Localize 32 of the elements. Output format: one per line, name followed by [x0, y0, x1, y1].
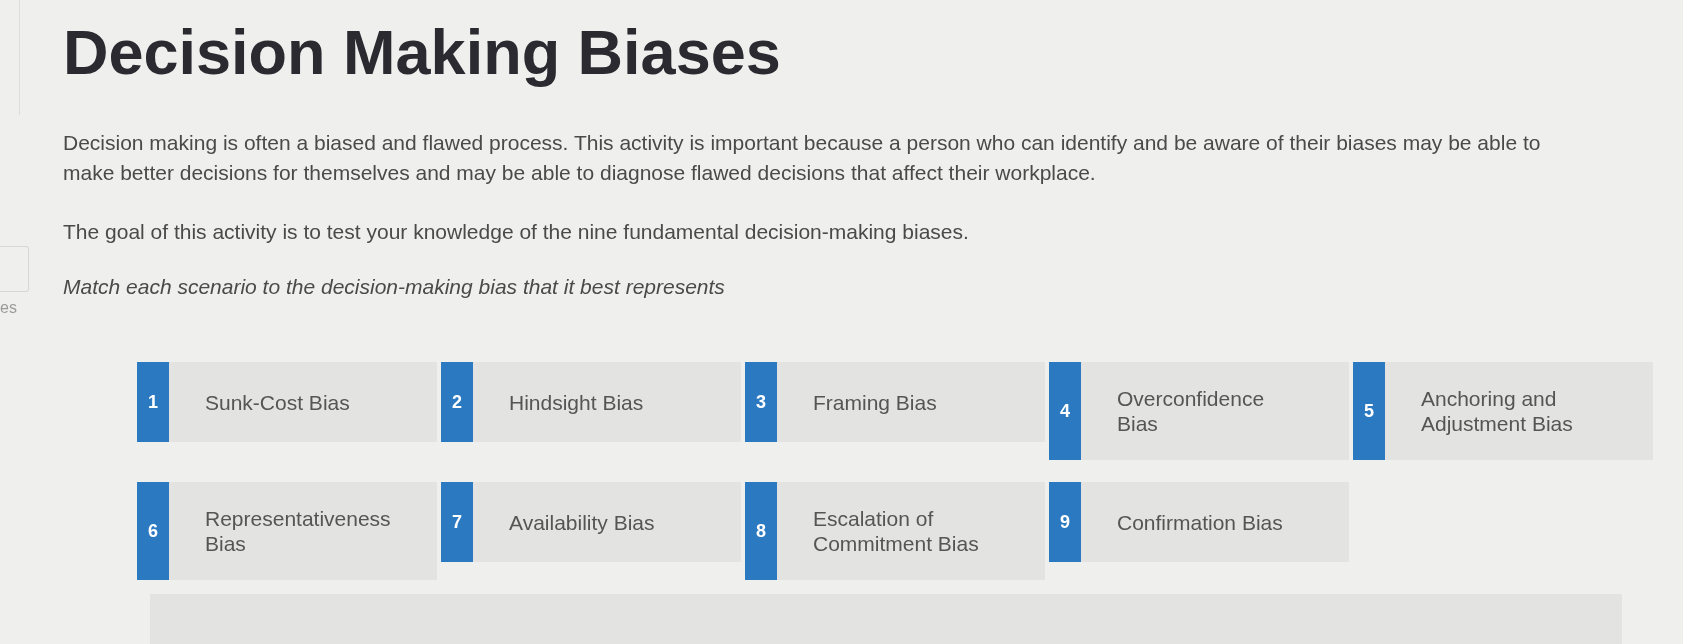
bias-card[interactable]: 7 Availability Bias — [441, 482, 741, 562]
bias-label: Sunk-Cost Bias — [205, 389, 350, 415]
bias-label: Framing Bias — [813, 389, 937, 415]
bias-card[interactable]: 2 Hindsight Bias — [441, 362, 741, 442]
bias-label: Overconfidence Bias — [1117, 386, 1266, 436]
number-tab: 2 — [441, 362, 473, 442]
bias-card[interactable]: 5 Anchoring and Adjustment Bias — [1353, 362, 1653, 460]
bias-label: Representativeness Bias — [205, 506, 392, 556]
number-tab: 5 — [1353, 362, 1385, 460]
description-paragraph: Decision making is often a biased and flawed process. This activity is important because a person who can identify and be aware of their biases may be able to make better decisions for themselves and may be able to diagnose flawed decisions that affect their workplace. — [63, 130, 1542, 186]
sidebar-panel — [0, 246, 29, 292]
bias-label: Hindsight Bias — [509, 389, 644, 415]
bias-card[interactable]: 3 Framing Bias — [745, 362, 1045, 442]
number-tab: 6 — [137, 482, 169, 580]
number-tab: 7 — [441, 482, 473, 562]
number-tab: 9 — [1049, 482, 1081, 562]
bias-label: Escalation of Commitment Bias — [813, 506, 980, 556]
sidebar-label: es — [0, 298, 18, 318]
number-tab: 3 — [745, 362, 777, 442]
description-paragraph: The goal of this activity is to test your knowledge of the nine fundamental decision-making biases. — [63, 219, 969, 245]
bias-card[interactable]: 1 Sunk-Cost Bias — [137, 362, 437, 442]
bias-label: Availability Bias — [509, 509, 655, 535]
instruction-text: Match each scenario to the decision-making bias that it best represents — [63, 274, 725, 300]
bias-label: Confirmation Bias — [1117, 509, 1283, 535]
bias-card[interactable]: 9 Confirmation Bias — [1049, 482, 1349, 562]
bias-label: Anchoring and Adjustment Bias — [1421, 386, 1574, 436]
bias-card[interactable]: 8 Escalation of Commitment Bias — [745, 482, 1045, 580]
bias-card[interactable]: 6 Representativeness Bias — [137, 482, 437, 580]
bias-card[interactable]: 4 Overconfidence Bias — [1049, 362, 1349, 460]
number-tab: 1 — [137, 362, 169, 442]
number-tab: 8 — [745, 482, 777, 580]
number-tab: 4 — [1049, 362, 1081, 460]
